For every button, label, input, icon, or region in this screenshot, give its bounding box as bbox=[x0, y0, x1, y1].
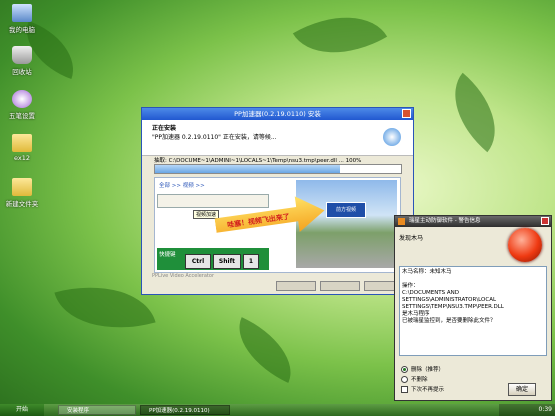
alarm-light-icon bbox=[508, 228, 542, 262]
desktop-icon-ex12[interactable]: ex12 bbox=[2, 134, 42, 162]
radio-icon[interactable] bbox=[401, 375, 408, 383]
alert-subtitle: 发现木马 bbox=[399, 235, 424, 242]
installer-logo-icon bbox=[383, 128, 401, 146]
alert-titlebar[interactable]: 瑞星主动防御软件 - 警告信息 bbox=[395, 216, 551, 227]
alert-info-box: 木马名称：未知木马 操作： C:\DOCUMENTS AND SETTINGS\… bbox=[399, 266, 547, 356]
clock[interactable]: 0:39 bbox=[539, 406, 552, 413]
hotkey-panel: 快捷键 Ctrl Shift 1 bbox=[157, 248, 269, 270]
installer-header: 正在安装 "PP加速器 0.2.19.0110" 正在安装，请等候... bbox=[142, 120, 413, 156]
info-line: SETTINGS\TEMP\NSU3.TMP\PEER.DLL bbox=[402, 304, 504, 310]
info-line: 木马名称：未知木马 bbox=[402, 269, 452, 275]
leaf-decoration bbox=[292, 0, 388, 77]
folder-icon bbox=[12, 134, 32, 152]
alert-window: 瑞星主动防御软件 - 警告信息 发现木马 木马名称：未知木马 操作： C:\DO… bbox=[394, 215, 552, 401]
ok-button[interactable]: 确定 bbox=[508, 383, 536, 396]
input-method-icon bbox=[12, 90, 32, 108]
my-computer-icon bbox=[12, 4, 32, 22]
banner-tooltip: 视频加速 bbox=[193, 210, 220, 219]
road-sign: 前方视频 bbox=[326, 202, 366, 218]
checkbox-icon[interactable] bbox=[401, 385, 408, 393]
option-dont-remind[interactable]: 下次不再提示 bbox=[401, 385, 444, 393]
installer-subheading: "PP加速器 0.2.19.0110" 正在安装，请等候... bbox=[152, 134, 277, 141]
info-line: SETTINGS\ADMINISTRATOR\LOCAL bbox=[402, 297, 497, 303]
close-icon[interactable] bbox=[402, 109, 411, 118]
key-shift: Shift bbox=[213, 254, 241, 269]
taskbar-item-installer[interactable]: PP加速器(0.2.19.0110) bbox=[140, 405, 230, 415]
brand-text: PPLive Video Accelerator bbox=[152, 273, 214, 279]
recycle-bin-icon bbox=[12, 46, 32, 64]
install-progress-bar bbox=[154, 164, 402, 174]
banner-nav-text: 全部 >> 视频 >> bbox=[159, 183, 205, 189]
leaf-decoration bbox=[224, 317, 306, 383]
installer-title: PP加速器(0.2.19.0110) 安装 bbox=[234, 110, 321, 118]
install-banner: 全部 >> 视频 >> 视频加速 前方视频 哇塞！视频飞出来了 快捷键 Ctrl… bbox=[154, 177, 401, 273]
key-1: 1 bbox=[243, 254, 259, 269]
leaf-decoration bbox=[433, 72, 517, 153]
install-detail-text: 抽取: C:\DOCUME~1\ADMINI~1\LOCALS~1\Temp\n… bbox=[154, 158, 362, 164]
taskbar-item-setup[interactable]: 安装程序 bbox=[58, 405, 136, 415]
desktop-icon-input-method[interactable]: 五笔设置 bbox=[2, 90, 42, 120]
next-button[interactable] bbox=[320, 281, 360, 291]
desktop-icon-recycle-bin[interactable]: 回收站 bbox=[2, 46, 42, 76]
key-ctrl: Ctrl bbox=[185, 254, 211, 269]
taskbar: 开始 安装程序 PP加速器(0.2.19.0110) 0:39 bbox=[0, 404, 555, 416]
option-keep[interactable]: 不删除 bbox=[401, 375, 428, 383]
banner-road-image: 前方视频 bbox=[296, 180, 397, 268]
info-line bbox=[402, 276, 544, 283]
back-button[interactable] bbox=[276, 281, 316, 291]
banner-toolbar-image bbox=[157, 194, 269, 208]
hotkey-label: 快捷键 bbox=[159, 252, 176, 258]
radio-icon[interactable] bbox=[401, 365, 408, 373]
close-icon[interactable] bbox=[541, 217, 549, 225]
app-icon bbox=[398, 218, 405, 225]
progress-fill bbox=[155, 165, 340, 173]
info-line: 是木马程序 bbox=[402, 311, 430, 317]
info-line: 已被瑞星监控到，是否要删除此文件？ bbox=[402, 318, 496, 324]
info-line: C:\DOCUMENTS AND bbox=[402, 290, 460, 296]
option-delete[interactable]: 删除（推荐） bbox=[401, 365, 444, 373]
info-line: 操作： bbox=[402, 283, 419, 289]
desktop-icon-my-computer[interactable]: 我的电脑 bbox=[2, 4, 42, 34]
installer-window: PP加速器(0.2.19.0110) 安装 正在安装 "PP加速器 0.2.19… bbox=[141, 107, 414, 295]
installer-heading: 正在安装 bbox=[152, 125, 177, 132]
system-tray: 0:39 bbox=[499, 404, 555, 416]
start-button[interactable]: 开始 bbox=[0, 404, 44, 416]
folder-icon bbox=[12, 178, 32, 196]
alert-title: 瑞星主动防御软件 - 警告信息 bbox=[409, 218, 481, 224]
installer-titlebar[interactable]: PP加速器(0.2.19.0110) 安装 bbox=[142, 108, 413, 120]
desktop-icon-new-folder[interactable]: 新建文件夹 bbox=[2, 178, 42, 208]
